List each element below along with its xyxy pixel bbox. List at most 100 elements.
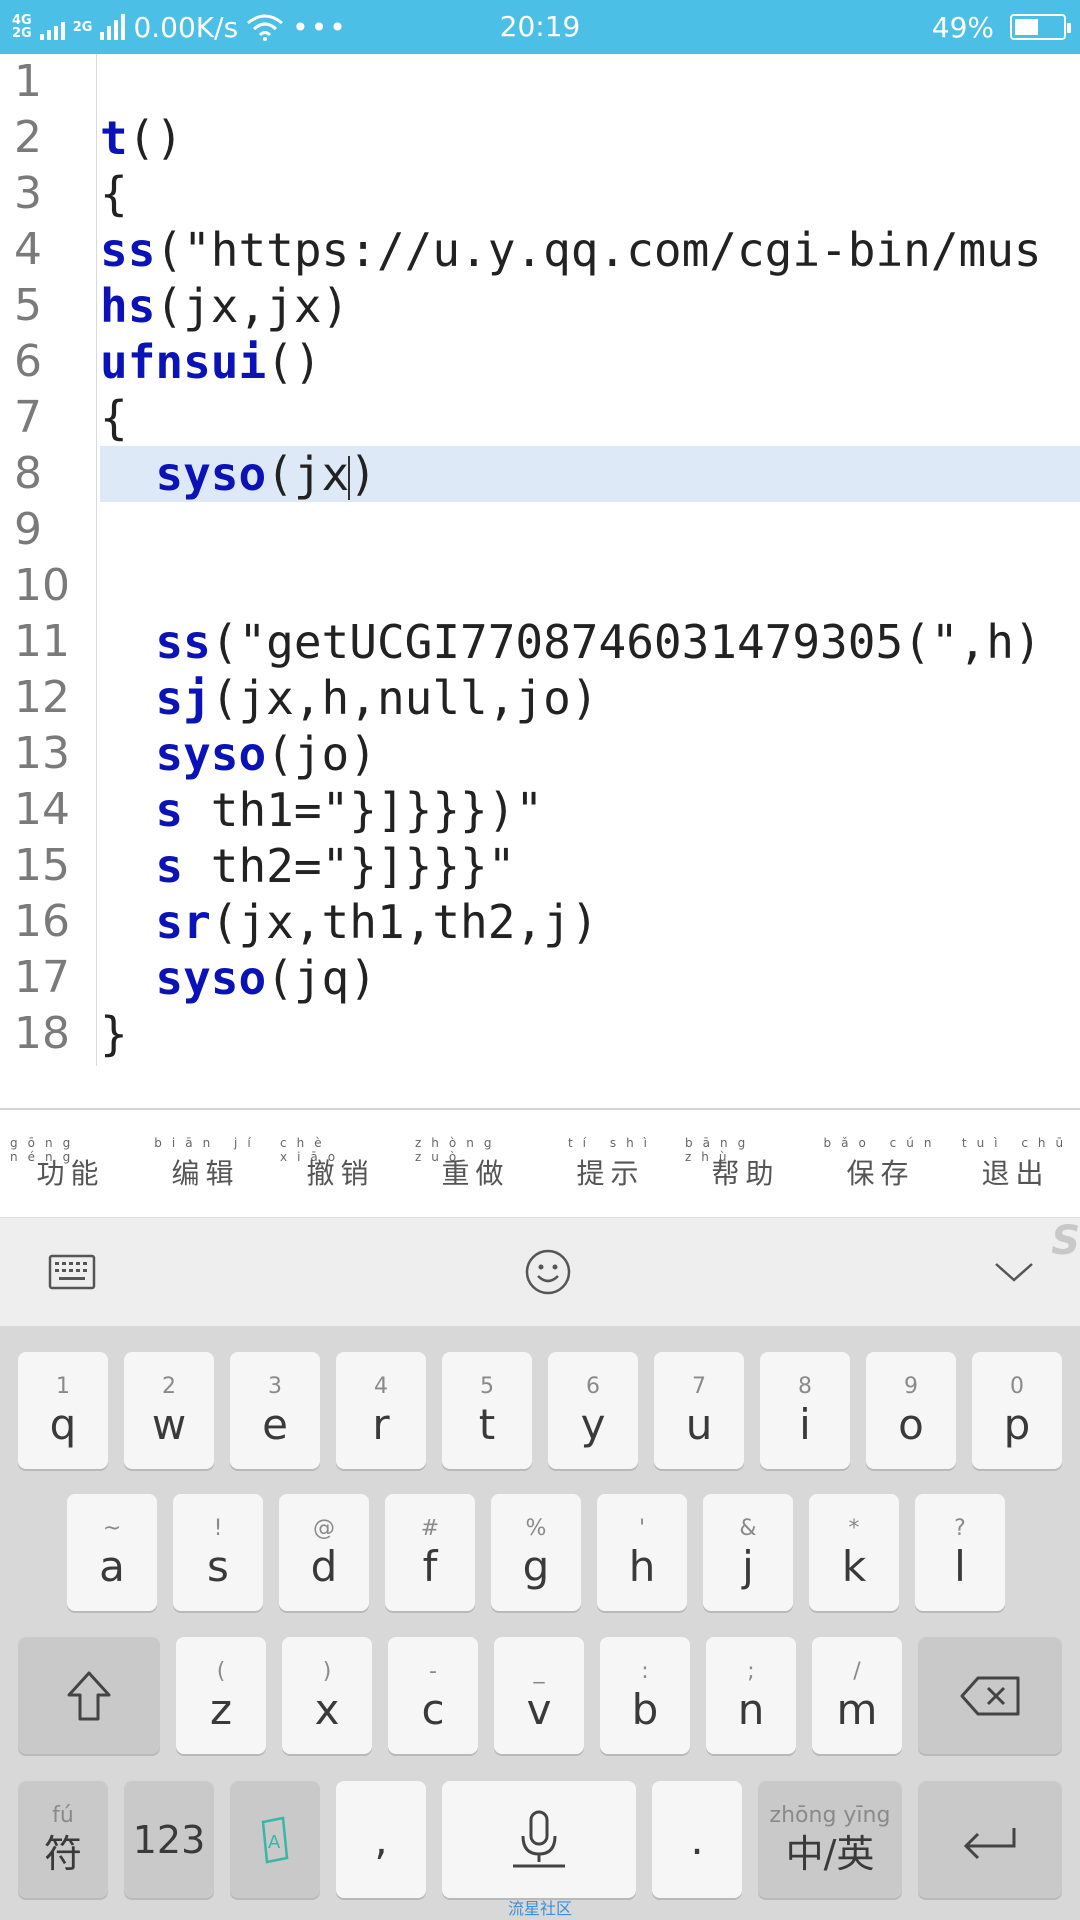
space-voice-key[interactable] (442, 1781, 636, 1898)
key-b[interactable]: :b (600, 1637, 690, 1754)
code-text: (jx,h,null,jo) (210, 671, 599, 725)
toolbar-undo-button[interactable]: chè xiāo 撤销 (270, 1110, 405, 1217)
key-x[interactable]: ) x (282, 1637, 372, 1754)
toolbar-exit-button[interactable]: tuì chū 退出 (945, 1110, 1080, 1217)
code-text: ("getUCGI7708746031479305(",h) (210, 615, 1042, 669)
key-o[interactable]: 9o (866, 1352, 956, 1469)
code-line[interactable]: sr(jx,th1,th2,j) (100, 894, 1080, 950)
code-line[interactable]: ss("getUCGI7708746031479305(",h) (100, 614, 1080, 670)
toolbar-label: 撤销 (306, 1156, 375, 1190)
key-label: h (628, 1541, 656, 1591)
key-d[interactable]: @ d (279, 1494, 369, 1611)
key-j[interactable]: & j (703, 1494, 793, 1611)
key-s[interactable]: ! s (173, 1494, 263, 1611)
keyboard-icon[interactable] (44, 1244, 100, 1300)
toolbar-redo-button[interactable]: zhòng zuò 重做 (405, 1110, 540, 1217)
code-line[interactable] (100, 54, 1080, 110)
code-line[interactable]: ufnsui() (100, 334, 1080, 390)
code-line[interactable]: hs(jx,jx) (100, 278, 1080, 334)
period-key[interactable]: . (652, 1781, 742, 1898)
key-v[interactable]: _ v (494, 1637, 584, 1754)
toolbar-function-button[interactable]: gōng néng 功能 (0, 1110, 135, 1217)
code-line[interactable]: s th1="}]}}})" (100, 782, 1080, 838)
code-editor[interactable]: 1 2 3 4 5 6 7 8 9 10 11 12 13 14 15 16 17 18 t(){ss("http… (0, 54, 1080, 1108)
key-u[interactable]: 7u (654, 1352, 744, 1469)
code-line[interactable]: ss("https://u.y.qq.com/cgi-bin/mus (100, 222, 1080, 278)
key-hint: ? (954, 1515, 966, 1541)
enter-key[interactable] (918, 1781, 1062, 1898)
key-label: o (898, 1399, 924, 1449)
line-number: 16 (14, 896, 70, 947)
toolbar-help-button[interactable]: bāng zhù 帮助 (675, 1110, 810, 1217)
backspace-key[interactable] (918, 1637, 1062, 1754)
key-hint: ' (638, 1515, 646, 1541)
toolbar-pinyin: gōng néng (10, 1135, 81, 1164)
line-number: 11 (14, 616, 70, 667)
status-bar: 4G 2G 2G 0.00K/s ••• 20:19 49% (0, 0, 1080, 54)
key-hint: - (429, 1658, 437, 1684)
key-t[interactable]: 5t (442, 1352, 532, 1469)
code-line[interactable]: syso(jq) (100, 950, 1080, 1006)
code-line[interactable]: } (100, 1006, 1080, 1062)
code-line[interactable]: t() (100, 110, 1080, 166)
key-r[interactable]: 4r (336, 1352, 426, 1469)
line-number: 4 (14, 224, 42, 275)
code-line[interactable]: { (100, 166, 1080, 222)
key-f[interactable]: # f (385, 1494, 475, 1611)
code-line[interactable]: syso(jo) (100, 726, 1080, 782)
comma-key[interactable]: , (336, 1781, 426, 1898)
input-mode-key[interactable]: A (230, 1781, 320, 1898)
key-hint: 4 (374, 1373, 388, 1399)
key-e[interactable]: 3e (230, 1352, 320, 1469)
toolbar-pinyin: tuì chū (961, 1135, 1074, 1150)
key-i[interactable]: 8i (760, 1352, 850, 1469)
key-z[interactable]: (z (176, 1637, 266, 1754)
toolbar-save-button[interactable]: bǎo cún 保存 (810, 1110, 945, 1217)
key-label: a (99, 1541, 125, 1591)
key-n[interactable]: ; n (706, 1637, 796, 1754)
line-number: 17 (14, 952, 70, 1003)
toolbar-edit-button[interactable]: biān jí 编辑 (135, 1110, 270, 1217)
key-p[interactable]: 0p (972, 1352, 1062, 1469)
key-g[interactable]: % g (491, 1494, 581, 1611)
toolbar-label: 功能 (36, 1156, 105, 1190)
code-line[interactable] (100, 558, 1080, 614)
code-line[interactable]: s th2="}]}}}" (100, 838, 1080, 894)
key-hint: * (848, 1515, 860, 1541)
key-label: k (841, 1541, 867, 1591)
key-label: u (685, 1399, 713, 1449)
key-w[interactable]: 2w (124, 1352, 214, 1469)
code-keyword: ufnsui (100, 335, 267, 389)
key-hint: ( (216, 1658, 226, 1684)
key-label: f (422, 1541, 438, 1591)
toolbar-hint-button[interactable]: tí shì 提示 (540, 1110, 675, 1217)
key-q[interactable]: 1q (18, 1352, 108, 1469)
key-k[interactable]: * k (809, 1494, 899, 1611)
soft-keyboard: 流星社区 1 q 2 w 3 e 4 r 5 t 6 y 7 u 8 i 9 o 0 p ~ a! s @ d # f% g ' h & j *… (0, 1327, 1080, 1920)
line-number: 10 (14, 560, 70, 611)
numbers-key[interactable]: 123 (124, 1781, 214, 1898)
code-line[interactable] (100, 502, 1080, 558)
key-y[interactable]: 6y (548, 1352, 638, 1469)
key-label: i (799, 1399, 811, 1449)
key-label: x (314, 1684, 340, 1734)
code-line[interactable]: sj(jx,h,null,jo) (100, 670, 1080, 726)
key-h[interactable]: ' h (597, 1494, 687, 1611)
key-label: m (836, 1684, 878, 1734)
key-hint: / (853, 1658, 861, 1684)
key-c[interactable]: -c (388, 1637, 478, 1754)
shift-key[interactable] (18, 1637, 160, 1754)
code-text: () (127, 111, 184, 165)
key-m[interactable]: / m (812, 1637, 902, 1754)
key-a[interactable]: ~ a (67, 1494, 157, 1611)
emoji-icon[interactable] (520, 1244, 576, 1300)
language-switch-key[interactable]: zhōng yīng 中/英 (758, 1781, 902, 1898)
key-l[interactable]: ? l (915, 1494, 1005, 1611)
key-label: , (374, 1814, 388, 1864)
code-line[interactable]: { (100, 390, 1080, 446)
symbols-key[interactable]: fú 符 (18, 1781, 108, 1898)
code-text: ) (349, 447, 377, 501)
code-keyword: sr (100, 895, 211, 949)
key-hint: ! (213, 1515, 223, 1541)
current-code-line[interactable]: syso(jx) (100, 446, 1080, 502)
